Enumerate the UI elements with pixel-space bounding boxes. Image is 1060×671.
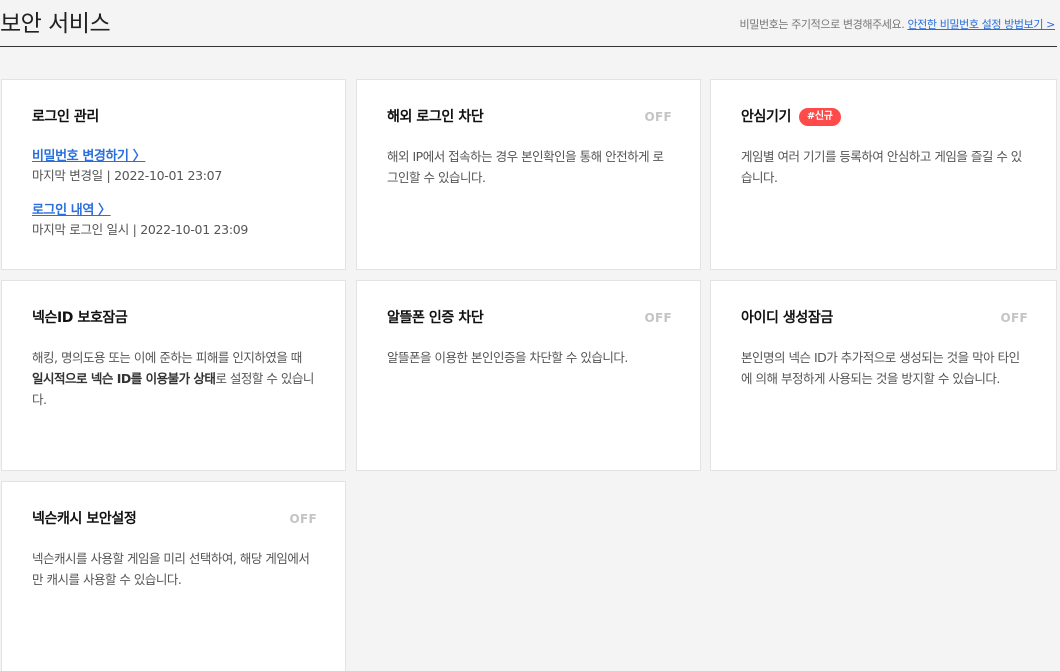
card-title-id-creation-lock: 아이디 생성잠금 [741, 310, 833, 326]
page-header: 보안 서비스 비밀번호는 주기적으로 변경해주세요. 안전한 비밀번호 설정 방… [0, 0, 1057, 47]
card-nexon-id-lock[interactable]: 넥슨ID 보호잠금 해킹, 명의도용 또는 이에 준하는 피해를 인지하였을 때… [1, 280, 346, 471]
new-badge: #신규 [798, 108, 841, 126]
login-history-link[interactable]: 로그인 내역 〉 [32, 202, 315, 220]
nexon-cash-security-status[interactable]: OFF [290, 512, 318, 526]
card-nexon-cash-security[interactable]: 넥슨캐시 보안설정 OFF 넥슨캐시를 사용할 게임을 미리 선택하여, 해당 … [1, 481, 346, 671]
password-last-changed: 마지막 변경일 | 2022-10-01 23:07 [32, 168, 222, 183]
password-guide-link[interactable]: 안전한 비밀번호 설정 방법보기 > [907, 18, 1055, 31]
id-creation-lock-desc: 본인명의 넥슨 ID가 추가적으로 생성되는 것을 막아 타인에 의해 부정하게… [741, 350, 1020, 386]
mvno-auth-desc: 알뜰폰을 이용한 본인인증을 차단할 수 있습니다. [387, 350, 628, 365]
password-change-link[interactable]: 비밀번호 변경하기 〉 [32, 148, 315, 166]
password-notice-text: 비밀번호는 주기적으로 변경해주세요. [739, 18, 905, 31]
password-notice: 비밀번호는 주기적으로 변경해주세요. 안전한 비밀번호 설정 방법보기 > [739, 16, 1056, 32]
card-id-creation-lock[interactable]: 아이디 생성잠금 OFF 본인명의 넥슨 ID가 추가적으로 생성되는 것을 막… [710, 280, 1057, 471]
login-history-block: 로그인 내역 〉 마지막 로그인 일시 | 2022-10-01 23:09 [32, 202, 315, 240]
card-title-overseas-login-block: 해외 로그인 차단 [387, 109, 484, 125]
nexon-cash-security-desc: 넥슨캐시를 사용할 게임을 미리 선택하여, 해당 게임에서만 캐시를 사용할 … [32, 551, 310, 587]
card-title-nexon-id-lock: 넥슨ID 보호잠금 [32, 310, 128, 326]
mvno-auth-status[interactable]: OFF [645, 311, 673, 325]
card-mvno-auth-block[interactable]: 알뜰폰 인증 차단 OFF 알뜰폰을 이용한 본인인증을 차단할 수 있습니다. [356, 280, 701, 471]
card-login-management: 로그인 관리 비밀번호 변경하기 〉 마지막 변경일 | 2022-10-01 … [1, 79, 346, 270]
overseas-login-status[interactable]: OFF [645, 110, 673, 124]
card-title-safe-device: 안심기기 #신규 [741, 108, 1026, 126]
safe-device-title-text: 안심기기 [741, 109, 791, 125]
last-login-time: 마지막 로그인 일시 | 2022-10-01 23:09 [32, 222, 249, 237]
id-lock-desc-bold: 일시적으로 넥슨 ID를 이용불가 상태 [32, 371, 216, 386]
id-lock-desc-part1: 해킹, 명의도용 또는 이에 준하는 피해를 인지하였을 때 [32, 350, 302, 365]
nexon-id-lock-desc: 해킹, 명의도용 또는 이에 준하는 피해를 인지하였을 때 일시적으로 넥슨 … [32, 347, 315, 410]
password-change-block: 비밀번호 변경하기 〉 마지막 변경일 | 2022-10-01 23:07 [32, 148, 315, 186]
page-title: 보안 서비스 [0, 11, 111, 37]
safe-device-desc: 게임별 여러 기기를 등록하여 안심하고 게임을 즐길 수 있습니다. [741, 149, 1022, 185]
card-title-nexon-cash-security: 넥슨캐시 보안설정 [32, 511, 137, 527]
card-title-login-management: 로그인 관리 [32, 109, 99, 125]
card-safe-device[interactable]: 안심기기 #신규 게임별 여러 기기를 등록하여 안심하고 게임을 즐길 수 있… [710, 79, 1057, 270]
security-service-page: 보안 서비스 비밀번호는 주기적으로 변경해주세요. 안전한 비밀번호 설정 방… [0, 0, 1060, 671]
id-creation-lock-status[interactable]: OFF [1001, 311, 1029, 325]
card-overseas-login-block[interactable]: 해외 로그인 차단 OFF 해외 IP에서 접속하는 경우 본인확인을 통해 안… [356, 79, 701, 270]
overseas-login-desc: 해외 IP에서 접속하는 경우 본인확인을 통해 안전하게 로그인할 수 있습니… [387, 149, 664, 185]
card-title-mvno-auth-block: 알뜰폰 인증 차단 [387, 310, 484, 326]
